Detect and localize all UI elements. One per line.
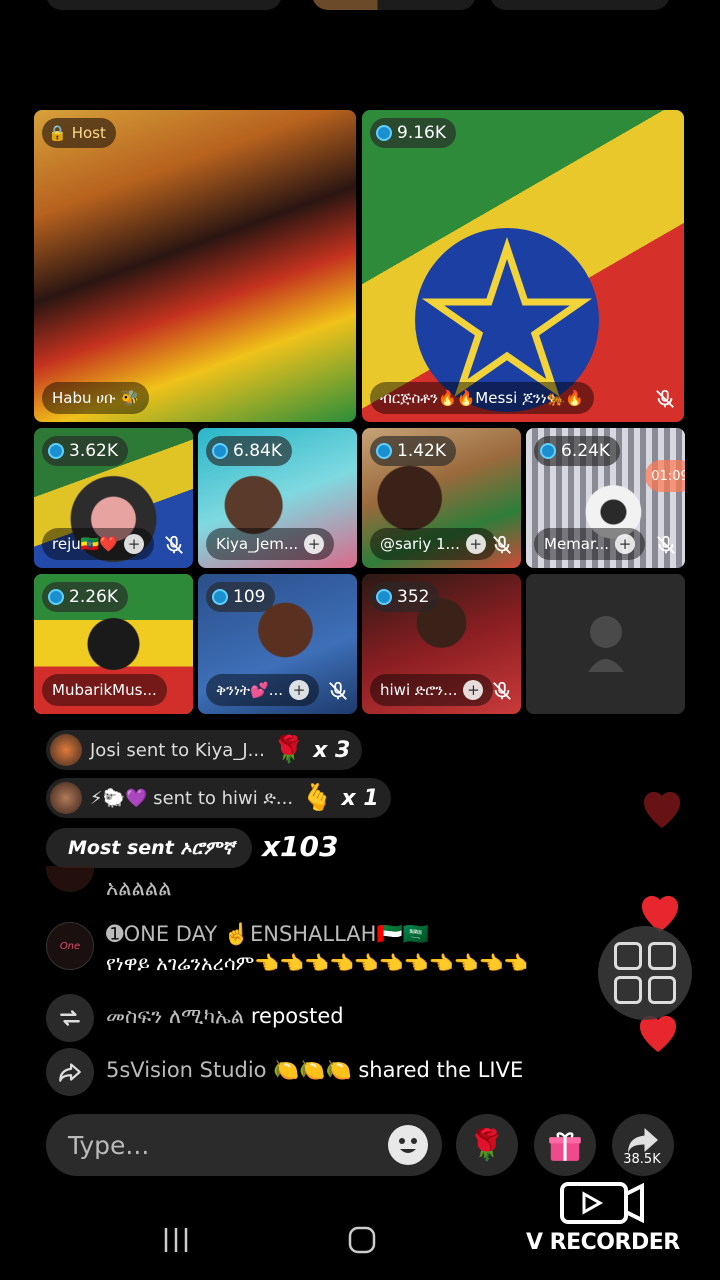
gift-button[interactable] bbox=[534, 1114, 596, 1176]
viewer-badge: 352 bbox=[370, 582, 440, 612]
avatar bbox=[50, 734, 82, 766]
viewer-badge: 6.24K bbox=[534, 436, 620, 466]
follow-plus-icon[interactable]: + bbox=[465, 534, 486, 554]
rose-icon: 🌹 bbox=[468, 1127, 506, 1163]
guest-tile[interactable]: 352 hiwi ድሮን... + bbox=[362, 574, 521, 714]
guest-name: ብርጅስቶን🔥🔥Messi ጆንነ🐅🔥 bbox=[370, 382, 595, 414]
guest-tile[interactable]: 6.24K 01:09 Memar... + bbox=[526, 428, 685, 568]
follow-plus-icon[interactable]: + bbox=[304, 534, 325, 554]
home-icon[interactable] bbox=[346, 1224, 378, 1256]
chat-message: አልልልል bbox=[46, 866, 172, 901]
avatar bbox=[50, 782, 82, 814]
gift-notification: Josi sent to Kiya_J... 🌹 x 3 bbox=[46, 730, 363, 770]
recorder-watermark-label: V RECORDER bbox=[526, 1230, 680, 1255]
viewer-badge: 2.26K bbox=[42, 582, 128, 612]
floating-heart-icon bbox=[643, 791, 681, 828]
mic-muted-icon bbox=[329, 681, 347, 700]
repost-notification: መስፍን ለሚካኤል reposted bbox=[46, 994, 344, 1042]
repost-icon bbox=[46, 994, 94, 1042]
guest-name: Kiya_Jem... + bbox=[206, 528, 335, 560]
viewer-badge: 1.42K bbox=[370, 436, 456, 466]
gift-box-icon bbox=[549, 1132, 581, 1161]
emoji-icon[interactable] bbox=[388, 1125, 428, 1165]
most-sent-count: x103 bbox=[262, 830, 339, 863]
mic-muted-icon bbox=[656, 389, 674, 408]
follow-plus-icon[interactable]: + bbox=[289, 680, 310, 700]
guest-name: hiwi ድሮን... + bbox=[370, 674, 494, 706]
recent-apps-icon[interactable] bbox=[160, 1224, 192, 1256]
avatar bbox=[46, 866, 94, 892]
host-badge: 🔒 Host bbox=[42, 118, 116, 148]
viewer-badge: 109 bbox=[206, 582, 276, 612]
guest-name: Memar... + bbox=[534, 528, 646, 560]
guest-name: ቅንነት💕... + bbox=[206, 674, 320, 706]
lock-icon: 🔒 bbox=[48, 124, 67, 142]
top-tab-pill-3[interactable] bbox=[490, 0, 670, 10]
rose-gift-button[interactable]: 🌹 bbox=[456, 1114, 518, 1176]
most-sent-badge: Most sent ኦሮምኛ bbox=[46, 828, 252, 868]
mic-muted-icon bbox=[493, 535, 511, 554]
top-tab-pill-1[interactable] bbox=[46, 0, 282, 10]
rose-gift-icon: 🌹 bbox=[272, 735, 306, 765]
mic-muted-icon bbox=[165, 535, 183, 554]
host-video bbox=[34, 110, 356, 422]
guest-tile[interactable]: 1.42K @sariy 1... + bbox=[362, 428, 521, 568]
gift-notification: ⚡🐑💜 sent to hiwi ድ... 🫰 x 1 bbox=[46, 778, 391, 818]
guest-tile[interactable]: 109 ቅንነት💕... + bbox=[198, 574, 357, 714]
share-count: 38.5K bbox=[623, 1152, 661, 1167]
share-arrow-icon bbox=[46, 1048, 94, 1096]
more-apps-button[interactable] bbox=[598, 926, 692, 1020]
viewer-badge: 3.62K bbox=[42, 436, 128, 466]
guest-tile[interactable]: 2.26K MubarikMus... bbox=[34, 574, 193, 714]
guest-tile[interactable]: 9.16K ብርጅስቶን🔥🔥Messi ጆንነ🐅🔥 bbox=[362, 110, 684, 422]
guest-name: Habu ሀቡ 🐝 bbox=[42, 382, 150, 414]
follow-plus-icon[interactable]: + bbox=[463, 680, 484, 700]
timer-bubble: 01:09 bbox=[645, 460, 685, 492]
finger-heart-gift-icon: 🫰 bbox=[301, 783, 334, 813]
comment-input[interactable]: Type... bbox=[46, 1114, 442, 1176]
chat-message: One ➊ONE DAY ☝️ENSHALLAH🇦🇪🇸🇦 የነዋይ አገሬንአረ… bbox=[46, 922, 528, 975]
mic-muted-icon bbox=[493, 681, 511, 700]
guest-name: reju🇪🇹❤️ + bbox=[42, 528, 155, 560]
viewer-badge: 9.16K bbox=[370, 118, 456, 148]
mic-muted-icon bbox=[657, 535, 675, 554]
guest-tile[interactable]: 3.62K reju🇪🇹❤️ + bbox=[34, 428, 193, 568]
guest-name: @sariy 1... + bbox=[370, 528, 496, 560]
top-tab-pill-2[interactable] bbox=[312, 0, 476, 10]
viewer-badge: 6.84K bbox=[206, 436, 292, 466]
guest-name: MubarikMus... bbox=[42, 674, 167, 706]
empty-seat-person-icon bbox=[588, 616, 624, 672]
host-tile[interactable]: 🔒 Host Habu ሀቡ 🐝 bbox=[34, 110, 356, 422]
empty-seat-tile[interactable] bbox=[526, 574, 685, 714]
follow-plus-icon[interactable]: + bbox=[124, 534, 145, 554]
follow-plus-icon[interactable]: + bbox=[615, 534, 636, 554]
share-notification: 5sVision Studio 🍋🍋🍋 shared the LIVE bbox=[46, 1048, 523, 1096]
avatar: One bbox=[46, 922, 94, 970]
guest-tile[interactable]: 6.84K Kiya_Jem... + bbox=[198, 428, 357, 568]
